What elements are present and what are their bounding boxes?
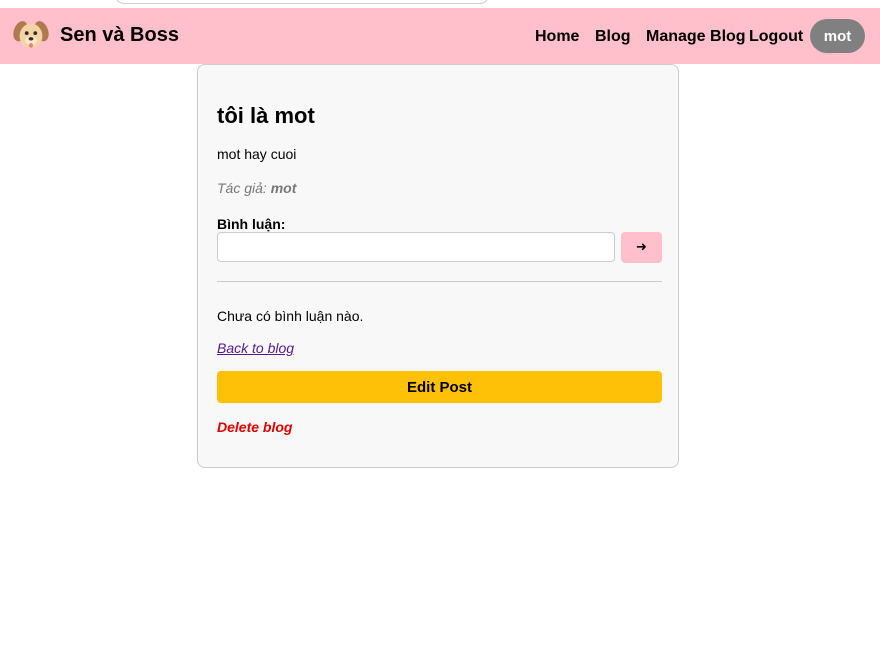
brand-link[interactable]: Sen và Boss <box>12 16 179 54</box>
comment-label: Bình luận: <box>217 216 286 232</box>
edit-post-button[interactable]: Edit Post <box>217 371 662 403</box>
post-author: Tác giả: mot <box>217 180 296 196</box>
nav-home-link[interactable]: Home <box>535 28 579 46</box>
no-comments-text: Chưa có bình luận nào. <box>217 308 364 324</box>
post-card: tôi là mot mot hay cuoi Tác giả: mot Bìn… <box>197 64 679 468</box>
nav-logout-link[interactable]: Logout <box>749 28 803 46</box>
dog-face-icon <box>13 21 49 49</box>
nav-blog-link[interactable]: Blog <box>595 28 631 46</box>
nav-manage-blog-link[interactable]: Manage Blog <box>646 28 746 46</box>
address-bar-edge <box>115 0 489 4</box>
comment-input[interactable] <box>217 232 615 262</box>
brand-name: Sen và Boss <box>60 23 179 46</box>
post-title: tôi là mot <box>217 103 315 128</box>
user-badge[interactable]: mot <box>810 19 865 53</box>
browser-top-strip <box>0 0 880 8</box>
comment-submit-button[interactable]: ➜ <box>621 232 662 263</box>
navbar: Sen và Boss Home Blog Manage Blog Logout… <box>0 8 880 64</box>
divider <box>217 281 662 282</box>
author-name: mot <box>270 180 297 196</box>
author-label: Tác giả: <box>217 180 271 196</box>
back-to-blog-link[interactable]: Back to blog <box>217 340 294 356</box>
delete-blog-link[interactable]: Delete blog <box>217 419 292 435</box>
post-content: mot hay cuoi <box>217 146 297 162</box>
